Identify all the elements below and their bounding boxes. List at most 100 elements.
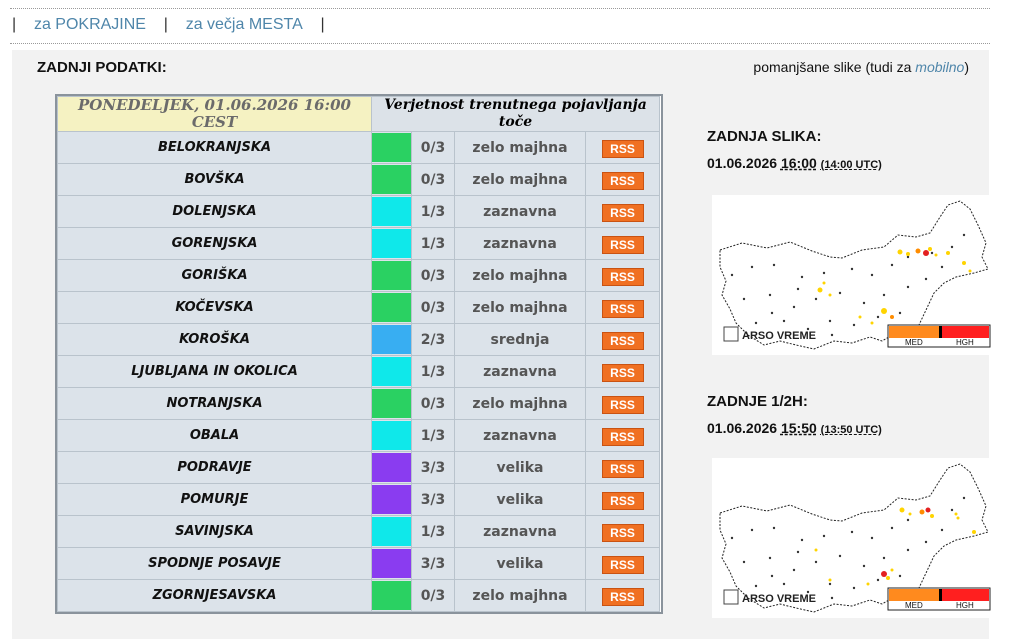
probability-color-cell [371,547,412,580]
rss-cell: RSS [584,515,661,548]
map-date: 01.06.2026 [707,155,778,171]
rss-button[interactable]: RSS [601,427,644,446]
probability-fraction: 0/3 [411,387,455,420]
rss-button[interactable]: RSS [601,331,644,350]
arso-brand: ARSO VREME [742,330,816,342]
city-dot [852,323,856,327]
probability-level: velika [454,451,586,484]
city-dot [814,560,818,564]
probability-level: zelo majhna [454,259,586,292]
hail-cell [915,248,921,254]
rss-button[interactable]: RSS [601,523,644,542]
hail-cell [897,249,903,255]
region-row: SPODNJE POSAVJE 3/3 velika RSS [57,547,661,580]
hail-cell [881,308,887,314]
rss-button[interactable]: RSS [601,171,644,190]
legend-high-swatch [942,326,989,338]
city-dot [754,321,758,325]
hail-cell [814,548,818,552]
hail-map-half-hour[interactable]: ARSO VREME MED HGH [712,458,992,618]
city-dot [850,267,854,271]
link-pokrajine[interactable]: za POKRAJINE [34,16,146,33]
probability-level: velika [454,547,586,580]
half-hour-image-block: ZADNJE 1/2H: 01.06.2026 15:50 (13:50 UTC… [707,393,882,436]
probability-color-cell [371,291,412,324]
rss-cell: RSS [584,451,661,484]
probability-color-cell [371,131,412,164]
rss-button[interactable]: RSS [601,139,644,158]
latest-image-block: ZADNJA SLIKA: 01.06.2026 16:00 (14:00 UT… [707,128,882,171]
region-row: BOVŠKA 0/3 zelo majhna RSS [57,163,661,196]
rss-button[interactable]: RSS [601,491,644,510]
probability-swatch [372,485,411,514]
probability-swatch [372,133,411,162]
hail-cell [925,507,931,513]
region-row: POMURJE 3/3 velika RSS [57,483,661,516]
rss-button[interactable]: RSS [601,267,644,286]
hail-map-latest[interactable]: ARSO VREME MED HGH [712,195,992,355]
hail-cell [817,287,823,293]
rss-button[interactable]: RSS [601,587,644,606]
region-row: BELOKRANJSKA 0/3 zelo majhna RSS [57,131,661,164]
hail-cell [870,321,874,325]
rss-cell: RSS [584,547,661,580]
probability-level: zaznavna [454,355,586,388]
probability-swatch [372,229,411,258]
probability-swatch [372,261,411,290]
rss-button[interactable]: RSS [601,203,644,222]
city-dot [772,263,776,267]
probability-fraction: 1/3 [411,355,455,388]
rss-cell: RSS [584,227,661,260]
city-dot [876,578,880,582]
rss-button[interactable]: RSS [601,363,644,382]
map-timestamp: 01.06.2026 16:00 (14:00 UTC) [707,155,882,171]
region-row: DOLENJSKA 1/3 zaznavna RSS [57,195,661,228]
hail-cell [968,269,972,273]
region-row: GORIŠKA 0/3 zelo majhna RSS [57,259,661,292]
mobile-link[interactable]: mobilno [915,59,964,75]
link-mesta[interactable]: za večja MESTA [186,16,303,33]
rss-cell: RSS [584,419,661,452]
nav-separator: | [320,16,325,33]
hail-cell [822,281,826,285]
city-dot [730,536,734,540]
legend-med-label: MED [905,601,923,610]
map-utc: (13:50 UTC) [820,424,882,436]
city-dot [950,508,954,512]
hail-cell [930,514,934,518]
rss-button[interactable]: RSS [601,395,644,414]
city-dot [962,233,966,237]
nav-separator: | [12,16,17,33]
region-row: NOTRANJSKA 0/3 zelo majhna RSS [57,387,661,420]
region-name: GORIŠKA [57,259,372,292]
city-dot [862,564,866,568]
rss-button[interactable]: RSS [601,555,644,574]
city-dot [730,273,734,277]
map-title: ZADNJE 1/2H: [707,393,808,410]
rss-button[interactable]: RSS [601,235,644,254]
rss-cell: RSS [584,291,661,324]
region-row: KOČEVSKA 0/3 zelo majhna RSS [57,291,661,324]
city-dot [754,584,758,588]
probability-fraction: 2/3 [411,323,455,356]
hail-cell [890,568,894,572]
city-dot [770,574,774,578]
map-title: ZADNJA SLIKA: [707,128,822,145]
probability-swatch [372,389,411,418]
city-dot [742,560,746,564]
rss-button[interactable]: RSS [601,459,644,478]
legend-high-label: HGH [956,338,974,347]
rss-cell: RSS [584,195,661,228]
rss-cell: RSS [584,579,661,612]
city-dot [822,271,826,275]
probability-level: zaznavna [454,195,586,228]
rss-button[interactable]: RSS [601,299,644,318]
probability-color-cell [371,323,412,356]
city-dot [768,293,772,297]
probability-swatch [372,293,411,322]
probability-fraction: 0/3 [411,131,455,164]
city-dot [852,586,856,590]
probability-level: zaznavna [454,227,586,260]
city-dot [822,534,826,538]
hail-cell [828,293,832,297]
